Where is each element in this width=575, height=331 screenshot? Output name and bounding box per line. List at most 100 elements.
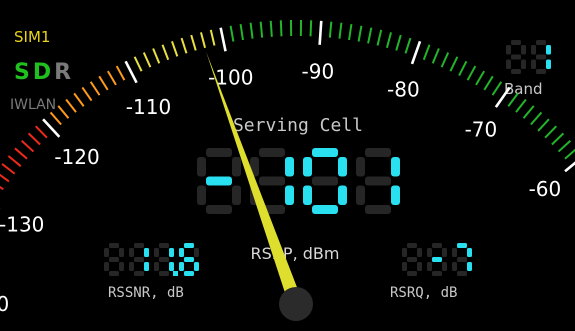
gauge-scale-label: -70 (465, 117, 498, 141)
segment (109, 243, 119, 248)
gauge-tick (422, 44, 431, 61)
segment (467, 248, 472, 257)
gauge-tick (367, 27, 373, 44)
segment (407, 243, 417, 248)
gauge-tick (494, 86, 511, 108)
segment (442, 262, 447, 271)
gauge-tick (458, 60, 468, 77)
band-digit (531, 40, 551, 74)
gauge-tick (522, 105, 535, 119)
gauge-tick (20, 140, 35, 153)
segment (391, 157, 400, 177)
gauge-tick (507, 92, 519, 107)
gauge-tick (395, 34, 402, 51)
gauge-tick (0, 173, 10, 183)
segment (356, 185, 365, 205)
segment (159, 257, 169, 262)
segment (402, 248, 407, 257)
segment (365, 205, 391, 214)
needle-hub-icon (279, 287, 313, 321)
segment (365, 176, 391, 186)
gauge-tick (491, 81, 503, 96)
gauge-tick (564, 148, 575, 160)
segment (546, 59, 551, 69)
rsrp-digit (356, 148, 400, 214)
segment (432, 271, 442, 276)
rsrp-seven-seg (197, 148, 400, 214)
segment (194, 262, 199, 271)
gauge-tick (449, 56, 459, 72)
gauge-tick (49, 111, 62, 126)
segment (104, 248, 109, 257)
gauge-tick (124, 60, 138, 84)
segment (134, 243, 144, 248)
segment (417, 248, 422, 257)
gauge-tick (180, 37, 188, 54)
segment (338, 157, 347, 177)
band-digit (506, 40, 526, 74)
rssnr-digit (104, 243, 124, 276)
segment (536, 54, 546, 60)
segment (312, 205, 338, 214)
segment (104, 262, 109, 271)
segment (285, 185, 294, 205)
segment (546, 45, 551, 55)
segment (109, 257, 119, 262)
gauge-tick (544, 125, 557, 139)
segment (457, 257, 467, 262)
gauge-tick (209, 29, 216, 46)
segment (427, 248, 432, 257)
serving-cell-title: Serving Cell (233, 115, 363, 136)
rsrq-label: RSRQ, dB (390, 285, 457, 301)
gauge-tick (142, 52, 152, 68)
gauge-tick (1, 163, 16, 175)
gauge-tick (551, 132, 565, 146)
segment (154, 262, 159, 271)
segment (338, 185, 347, 205)
gauge-scale-label: -120 (54, 145, 99, 169)
gauge-scale-label: -80 (387, 77, 420, 101)
gauge-scale-label: -60 (529, 177, 562, 201)
segment (536, 69, 546, 74)
gauge-tick (35, 125, 48, 139)
segment (303, 185, 312, 205)
gauge-tick (410, 40, 422, 65)
gauge-tick (530, 111, 543, 126)
gauge-tick (73, 92, 85, 107)
segment (129, 248, 134, 257)
rsrq-digit (452, 243, 472, 276)
segment (531, 45, 536, 55)
signal-gauge: -140-130-120-110-100-90-80-70-60-50 Serv… (0, 20, 575, 321)
gauge-tick (537, 118, 550, 132)
rssnr-digit (179, 243, 199, 276)
segment (206, 176, 232, 186)
segment (521, 59, 526, 69)
segment (467, 262, 472, 271)
gauge-tick (475, 70, 485, 86)
rssnr-decimal-point (173, 271, 178, 276)
gauge-tick (440, 52, 450, 68)
gauge-tick (171, 40, 179, 57)
gauge-tick (309, 20, 313, 37)
segment (407, 271, 417, 276)
segment (144, 248, 149, 257)
segment (432, 257, 442, 262)
segment (391, 185, 400, 205)
segment (312, 176, 338, 186)
gauge-tick (98, 75, 109, 91)
gauge-tick (338, 22, 343, 39)
segment (312, 148, 338, 157)
segment (285, 157, 294, 177)
gauge-scale-label: -140 (0, 292, 9, 316)
gauge-tick (279, 20, 283, 37)
segment (506, 59, 511, 69)
segment (511, 54, 521, 60)
gauge-tick (0, 185, 4, 191)
segment (154, 248, 159, 257)
gauge-tick (318, 20, 323, 45)
segment (432, 243, 442, 248)
gauge-tick (385, 32, 392, 49)
segment (531, 59, 536, 69)
gauge-tick (57, 105, 70, 119)
gauge-tick (152, 48, 161, 64)
